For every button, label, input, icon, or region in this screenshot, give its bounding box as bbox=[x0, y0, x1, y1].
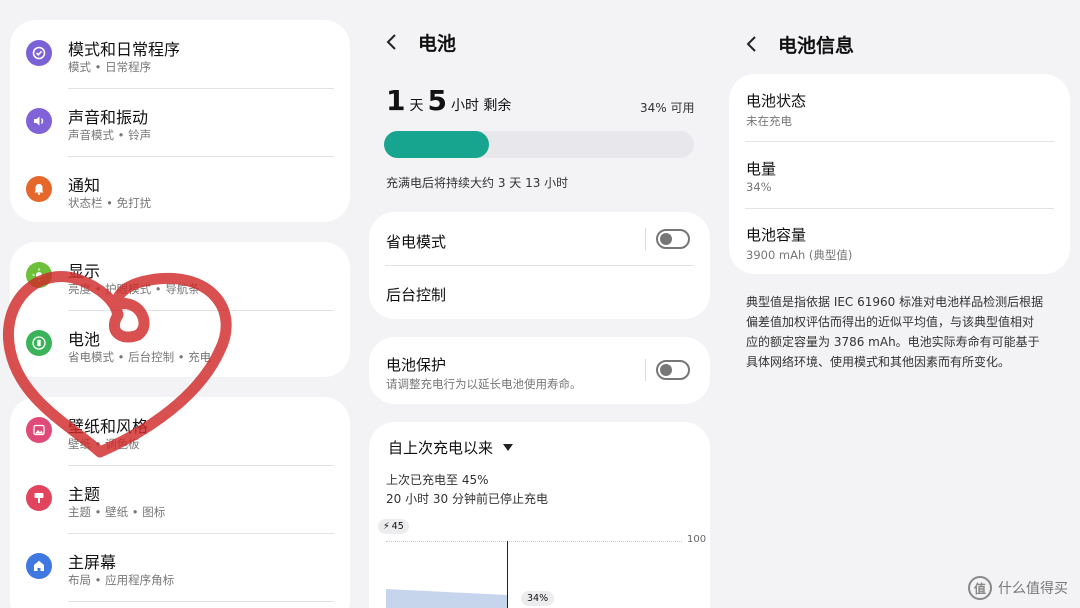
battery-level-track bbox=[384, 131, 694, 158]
full-charge-estimate: 充满电后将持续大约 3 天 13 小时 bbox=[386, 176, 569, 190]
battery-level-fill bbox=[384, 131, 490, 158]
charge-badge-value: 45 bbox=[391, 521, 404, 532]
note-line: 偏差值加权评估而得出的近似平均值，与该典型值相对 bbox=[746, 315, 1035, 329]
chart-axis-max: 100 bbox=[687, 534, 707, 545]
battery-protection-toggle[interactable] bbox=[656, 360, 690, 380]
watermark-text: 什么值得买 bbox=[998, 581, 1068, 597]
settings-item-title: 通知 bbox=[68, 176, 101, 195]
power-saving-label[interactable]: 省电模式 bbox=[386, 231, 446, 252]
since-charge-label: 自上次充电以来 bbox=[388, 439, 494, 457]
usage-area-chart bbox=[386, 589, 507, 608]
settings-item-modes[interactable]: 模式和日常程序 模式 • 日常程序 bbox=[10, 20, 350, 88]
battery-capacity-label: 电池容量 bbox=[746, 226, 807, 244]
settings-item-display[interactable]: 显示 亮度 • 护眼模式 • 导航条 bbox=[10, 242, 350, 310]
charge-level-badge: ⚡ 45 bbox=[378, 519, 409, 534]
time-remaining: 1 天 5 小时 剩余 bbox=[386, 84, 515, 117]
lightning-icon: ⚡ bbox=[383, 521, 390, 532]
routine-check-icon bbox=[26, 40, 52, 66]
settings-item-title: 显示 bbox=[68, 262, 101, 281]
divider bbox=[68, 601, 334, 602]
since-charge-dropdown[interactable]: 自上次充电以来 bbox=[388, 437, 514, 458]
dropdown-triangle-icon bbox=[503, 443, 514, 451]
battery-info-header: 电池信息 bbox=[742, 24, 854, 64]
battery-icon bbox=[26, 330, 52, 356]
settings-item-title: 壁纸和风格 bbox=[68, 417, 149, 436]
settings-item-wallpaper[interactable]: 壁纸和风格 壁纸 • 调色板 bbox=[10, 397, 350, 465]
toggle-separator bbox=[645, 359, 646, 381]
settings-item-notifications[interactable]: 通知 状态栏 • 免打扰 bbox=[10, 156, 350, 224]
divider bbox=[745, 208, 1054, 209]
settings-item-subtitle: 状态栏 • 免打扰 bbox=[68, 196, 152, 210]
battery-header: 电池 bbox=[382, 22, 456, 62]
settings-item-home-screen[interactable]: 主屏幕 布局 • 应用程序角标 bbox=[10, 533, 350, 601]
settings-item-subtitle: 壁纸 • 调色板 bbox=[68, 437, 140, 451]
battery-protection-title[interactable]: 电池保护 bbox=[386, 354, 446, 375]
home-icon bbox=[26, 553, 52, 579]
settings-item-subtitle: 模式 • 日常程序 bbox=[68, 60, 152, 74]
settings-item-subtitle: 布局 • 应用程序角标 bbox=[68, 573, 175, 587]
divider bbox=[385, 265, 694, 266]
settings-item-title: 声音和振动 bbox=[68, 108, 149, 127]
current-level-badge: 34% bbox=[521, 591, 555, 606]
settings-item-battery[interactable]: 电池 省电模式 • 后台控制 • 充电 bbox=[10, 310, 350, 378]
paintbrush-icon bbox=[26, 485, 52, 511]
back-arrow-icon[interactable] bbox=[742, 34, 762, 54]
percent-available: 34% 可用 bbox=[640, 101, 695, 115]
settings-item-title: 主屏幕 bbox=[68, 553, 117, 572]
hours-unit: 小时 剩余 bbox=[450, 98, 512, 114]
current-level-value: 34% bbox=[527, 593, 549, 604]
settings-item-themes[interactable]: 主题 主题 • 壁纸 • 图标 bbox=[10, 465, 350, 533]
battery-level-label: 电量 bbox=[746, 160, 777, 178]
battery-status-value: 未在充电 bbox=[746, 114, 792, 128]
battery-level-value: 34% bbox=[746, 180, 772, 194]
battery-protection-subtitle: 请调整充电行为以延长电池使用寿命。 bbox=[386, 377, 582, 391]
image-icon bbox=[26, 417, 52, 443]
note-line: 典型值是指依据 IEC 61960 标准对电池样品检测后根据 bbox=[746, 295, 1044, 309]
settings-item-title: 模式和日常程序 bbox=[68, 40, 181, 59]
settings-item-sound[interactable]: 声音和振动 声音模式 • 铃声 bbox=[10, 88, 350, 156]
days-unit: 天 bbox=[409, 98, 424, 114]
settings-item-title: 电池 bbox=[68, 330, 101, 349]
settings-item-subtitle: 亮度 • 护眼模式 • 导航条 bbox=[68, 282, 200, 296]
note-line: 应的额定容量为 3786 mAh。电池实际寿命有可能基于 bbox=[746, 335, 1040, 349]
sun-icon bbox=[26, 262, 52, 288]
hours-value: 5 bbox=[427, 84, 447, 117]
days-value: 1 bbox=[386, 84, 406, 117]
settings-list-panel: 模式和日常程序 模式 • 日常程序 声音和振动 声音模式 • 铃声 通知 状态栏… bbox=[0, 0, 360, 608]
chart-dotted-gridline bbox=[386, 541, 682, 542]
speaker-icon bbox=[26, 108, 52, 134]
back-arrow-icon[interactable] bbox=[382, 32, 402, 52]
settings-item-subtitle: 省电模式 • 后台控制 • 充电 bbox=[68, 350, 212, 364]
battery-capacity-value: 3900 mAh (典型值) bbox=[746, 248, 853, 262]
page-title: 电池信息 bbox=[778, 34, 855, 57]
last-charged-text: 上次已充电至 45% bbox=[386, 473, 489, 487]
bell-icon bbox=[26, 176, 52, 202]
settings-item-subtitle: 声音模式 • 铃声 bbox=[68, 128, 152, 142]
divider bbox=[745, 141, 1054, 142]
settings-item-title: 主题 bbox=[68, 485, 101, 504]
power-saving-toggle[interactable] bbox=[656, 229, 690, 249]
note-line: 具体网络环境、使用模式和其他因素而有所变化。 bbox=[746, 355, 1011, 369]
typical-value-note: 典型值是指依据 IEC 61960 标准对电池样品检测后根据 偏差值加权评估而得… bbox=[746, 292, 1066, 372]
page-title: 电池 bbox=[418, 32, 457, 55]
watermark-logo: 值 bbox=[968, 576, 992, 600]
watermark: 值 什么值得买 bbox=[968, 576, 1068, 600]
background-control-label[interactable]: 后台控制 bbox=[386, 284, 446, 305]
settings-item-subtitle: 主题 • 壁纸 • 图标 bbox=[68, 505, 166, 519]
battery-status-label: 电池状态 bbox=[746, 92, 807, 110]
stopped-charging-text: 20 小时 30 分钟前已停止充电 bbox=[386, 492, 548, 506]
toggle-separator bbox=[645, 228, 646, 250]
